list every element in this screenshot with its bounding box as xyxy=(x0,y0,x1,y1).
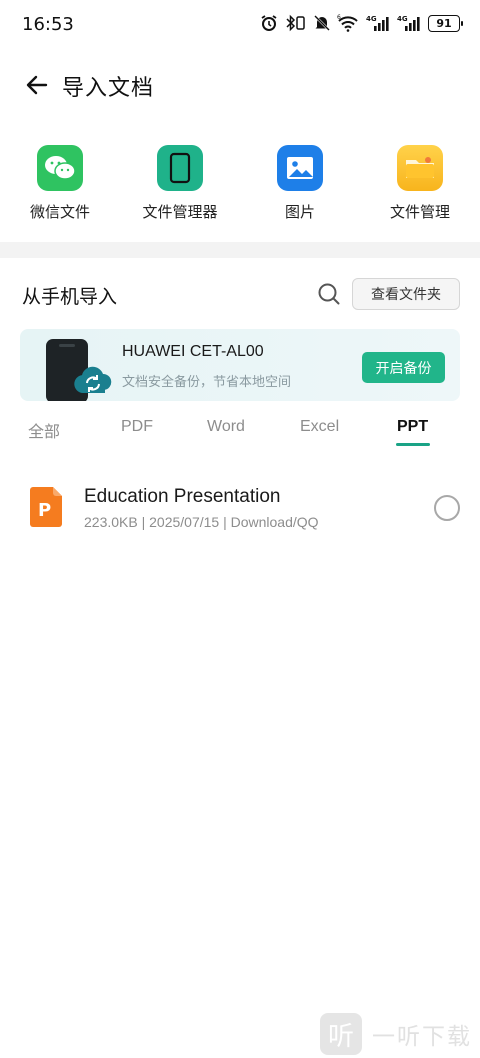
phone-icon xyxy=(157,145,203,191)
active-tab-indicator xyxy=(396,443,430,446)
tab-word[interactable]: Word xyxy=(207,418,245,436)
status-icons: 6 4G 4G 91 xyxy=(260,14,463,32)
section-title: 从手机导入 xyxy=(22,286,118,308)
header: 导入文档 xyxy=(0,60,480,108)
search-button[interactable] xyxy=(316,281,342,307)
list-item[interactable]: P Education Presentation 223.0KB | 2025/… xyxy=(0,478,480,542)
wechat-icon xyxy=(37,145,83,191)
file-type-tabs: 全部 PDF Word Excel PPT xyxy=(0,413,480,449)
svg-text:6: 6 xyxy=(337,14,341,21)
shortcut-file-manager[interactable]: 文件管理器 xyxy=(120,145,240,222)
device-name: HUAWEI CET-AL00 xyxy=(122,343,264,360)
bluetooth-vibrate-icon xyxy=(285,14,307,32)
shortcut-files[interactable]: 文件管理 xyxy=(360,145,480,222)
signal-icon: 4G xyxy=(397,14,421,32)
tab-pdf[interactable]: PDF xyxy=(121,418,153,436)
file-name: Education Presentation xyxy=(84,486,281,507)
shortcut-wechat-files[interactable]: 微信文件 xyxy=(0,145,120,222)
select-radio[interactable] xyxy=(434,495,460,521)
back-button[interactable] xyxy=(22,70,52,100)
svg-text:4G: 4G xyxy=(397,15,408,23)
svg-text:P: P xyxy=(38,500,51,521)
import-document-screen: 16:53 6 4G 4G 91 导入文档 微信文件 文件管理器 图片 文件管理… xyxy=(0,0,480,1058)
back-arrow-icon xyxy=(26,75,48,95)
search-icon xyxy=(318,283,340,305)
backup-subtitle: 文档安全备份，节省本地空间 xyxy=(122,375,292,390)
image-icon xyxy=(277,145,323,191)
shortcut-label: 文件管理器 xyxy=(142,203,218,221)
tab-all[interactable]: 全部 xyxy=(28,418,60,442)
watermark-logo: 听 xyxy=(320,1013,362,1055)
enable-backup-button[interactable]: 开启备份 xyxy=(362,352,445,383)
watermark: 听 一听下载 xyxy=(320,1012,472,1056)
tab-ppt[interactable]: PPT xyxy=(397,418,428,436)
status-time: 16:53 xyxy=(22,14,74,35)
alarm-icon xyxy=(260,14,278,32)
mute-icon xyxy=(314,14,330,32)
watermark-text: 一听下载 xyxy=(372,1024,472,1050)
ppt-file-icon: P xyxy=(30,487,62,527)
signal-icon: 4G xyxy=(366,14,390,32)
view-folder-button[interactable]: 查看文件夹 xyxy=(352,278,460,310)
shortcut-label: 微信文件 xyxy=(29,203,90,221)
import-from-phone-row: 从手机导入 查看文件夹 xyxy=(0,272,480,316)
status-bar: 16:53 6 4G 4G 91 xyxy=(0,0,480,50)
backup-banner: HUAWEI CET-AL00 文档安全备份，节省本地空间 开启备份 xyxy=(20,329,460,401)
source-shortcuts: 微信文件 文件管理器 图片 文件管理 xyxy=(0,145,480,230)
sync-icon xyxy=(74,366,112,393)
shortcut-label: 文件管理 xyxy=(389,203,450,221)
folder-icon xyxy=(397,145,443,191)
shortcut-images[interactable]: 图片 xyxy=(240,145,360,222)
section-divider xyxy=(0,242,480,258)
svg-text:4G: 4G xyxy=(366,15,377,23)
shortcut-label: 图片 xyxy=(284,203,315,221)
wifi-icon: 6 xyxy=(337,14,359,32)
tab-excel[interactable]: Excel xyxy=(300,418,339,436)
battery-icon: 91 xyxy=(428,14,463,32)
page-title: 导入文档 xyxy=(62,76,155,101)
file-meta: 223.0KB | 2025/07/15 | Download/QQ xyxy=(84,514,319,530)
